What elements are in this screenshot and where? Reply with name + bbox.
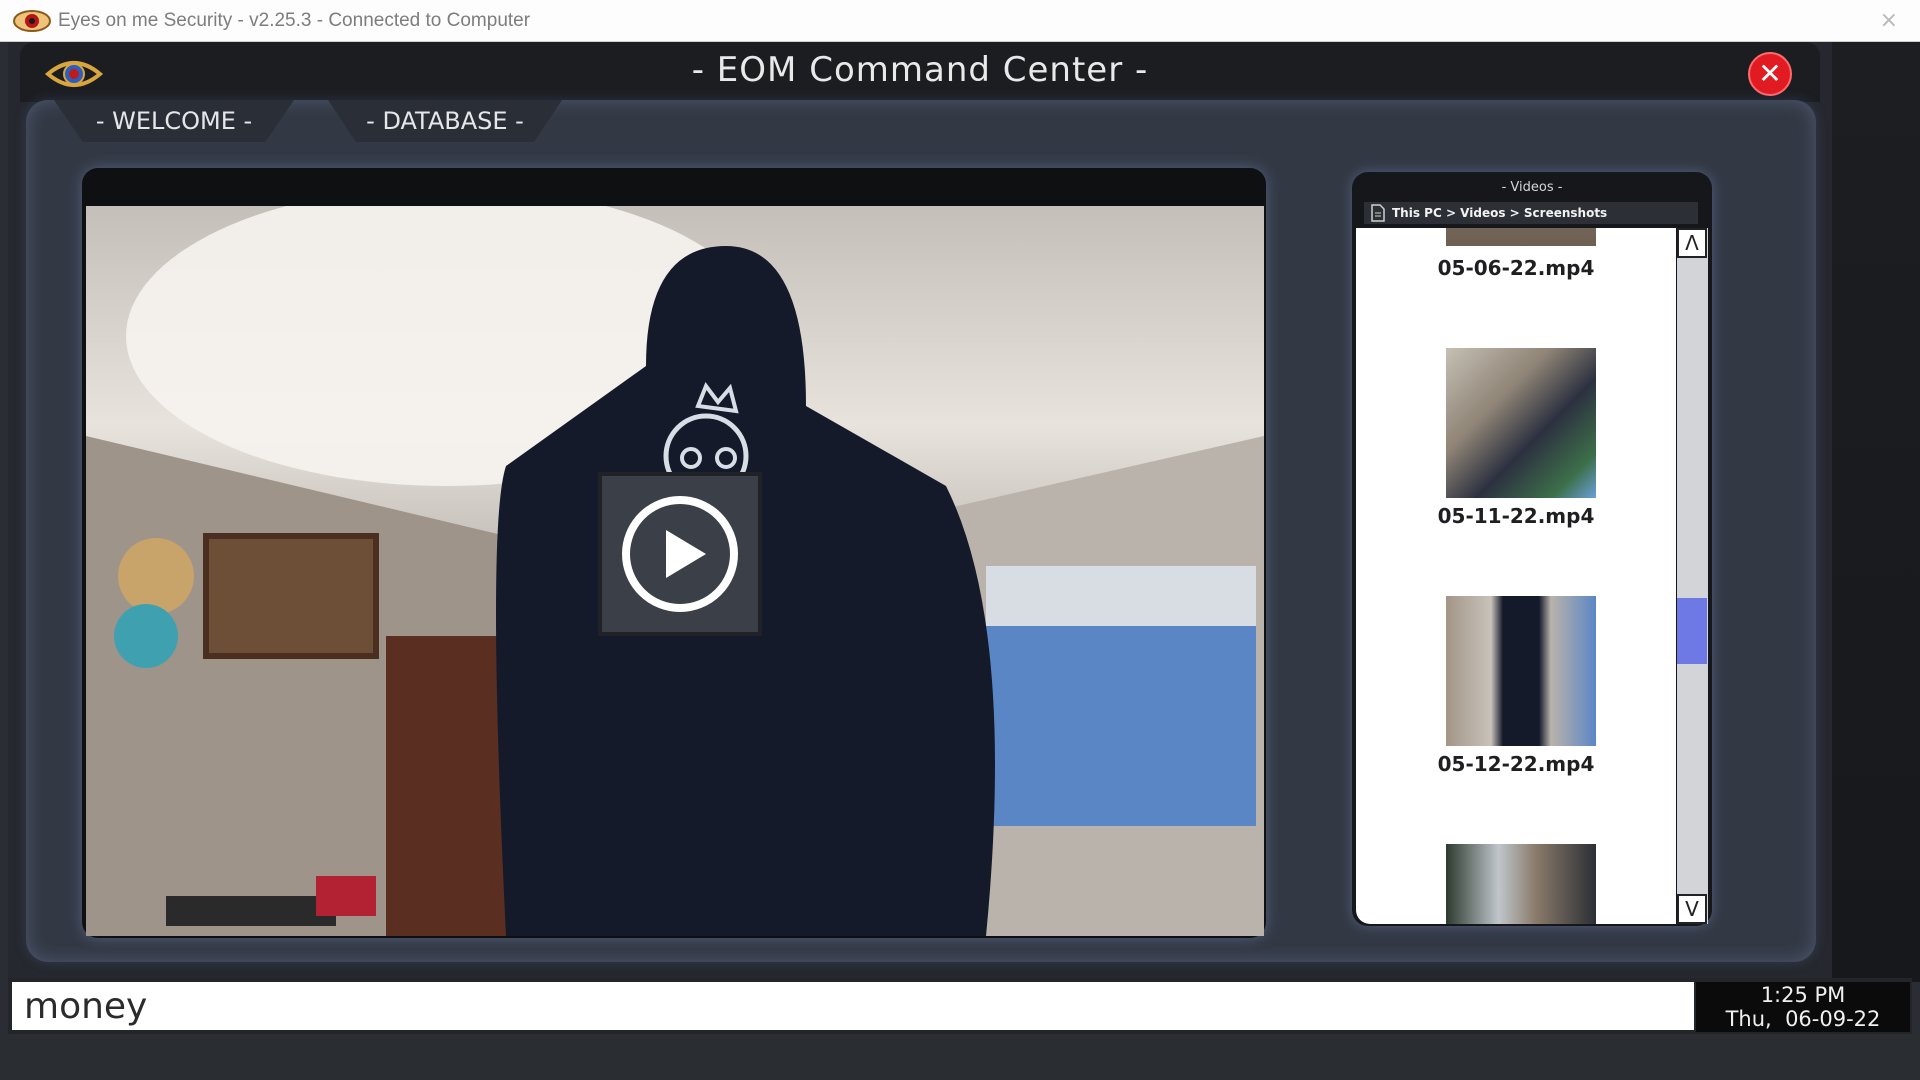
clock-time: 1:25 PM [1760,983,1846,1007]
video-thumbnail[interactable] [1446,228,1596,246]
scroll-down-button[interactable]: V [1677,894,1707,924]
document-icon [1371,204,1385,222]
scroll-up-button[interactable]: Λ [1677,228,1707,258]
clock: 1:25 PM Thu, 06-09-22 [1696,982,1910,1032]
eye-icon [13,9,51,32]
breadcrumb-path: This PC > Videos > Screenshots [1392,206,1608,220]
file-name: 05-12-22.mp4 [1437,752,1595,776]
command-input[interactable] [12,982,1694,1030]
file-name: 05-11-22.mp4 [1437,504,1595,528]
videos-panel-title: - Videos - [1501,180,1563,195]
file-name: 05-06-22.mp4 [1437,256,1595,280]
clock-date: Thu, 06-09-22 [1725,1007,1881,1031]
os-close-button[interactable]: × [1880,8,1898,33]
taskbar [0,1034,1920,1080]
tab-welcome[interactable]: - WELCOME - [54,100,294,142]
chevron-up-icon: Λ [1685,231,1699,255]
videos-list: 05-06-22.mp4 05-11-22.mp4 05-12-22.mp4 [1356,228,1676,924]
tab-database[interactable]: - DATABASE - [328,100,562,142]
app-close-button[interactable]: ✕ [1748,52,1792,96]
os-titlebar: Eyes on me Security - v2.25.3 - Connecte… [0,0,1920,42]
scrollbar-thumb[interactable] [1677,598,1707,664]
chevron-down-icon: V [1685,897,1699,921]
video-thumbnail[interactable] [1446,596,1596,746]
close-icon: ✕ [1758,57,1782,90]
app-title: - EOM Command Center - [691,50,1149,90]
play-icon [622,496,738,612]
frame-right-edge [1832,42,1920,982]
scrollbar-track[interactable] [1677,228,1708,924]
video-thumbnail[interactable] [1446,348,1596,498]
play-button[interactable] [598,472,762,636]
os-window-title: Eyes on me Security - v2.25.3 - Connecte… [58,9,531,31]
video-thumbnail[interactable] [1446,844,1596,924]
breadcrumb: This PC > Videos > Screenshots [1364,202,1698,224]
